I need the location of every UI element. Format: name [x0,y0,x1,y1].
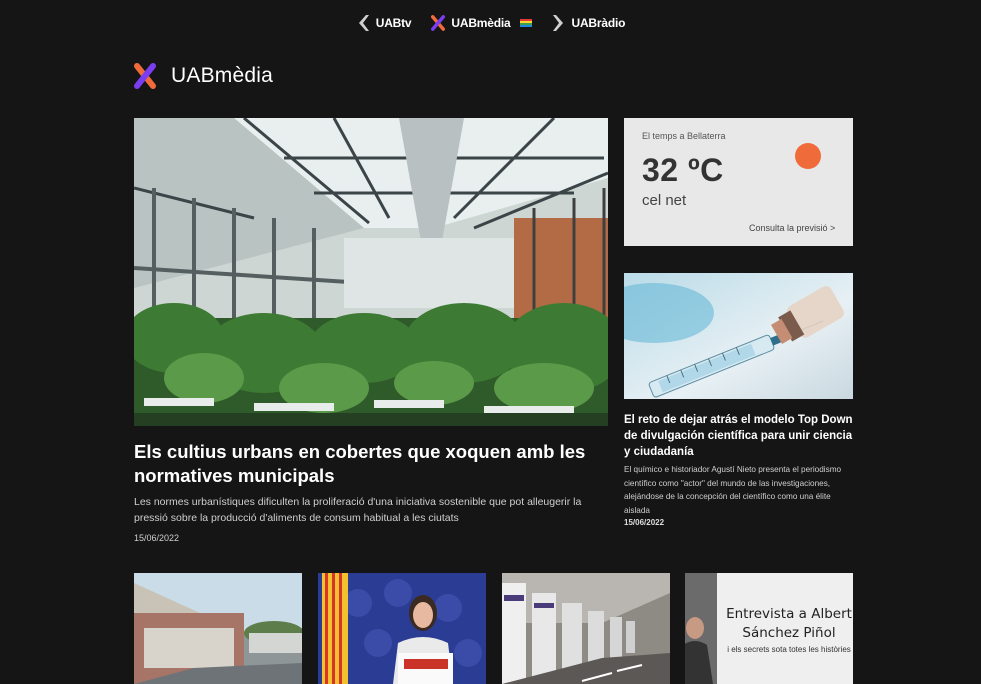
interview-subheadline: i els secrets sota totes les històries [727,645,851,654]
weather-location-label: El temps a Bellaterra [642,131,726,141]
article-thumbnail[interactable] [318,573,486,684]
weather-temperature: 32 ºC [642,152,724,188]
network-label-uabtv: UABtv [375,16,412,30]
side-article-title[interactable]: El reto de dejar atrás el modelo Top Dow… [624,412,853,460]
uabmedia-logo-icon [431,15,446,31]
chevron-left-icon [358,15,369,31]
site-title: UABmèdia [171,64,273,87]
hero-article-title[interactable]: Els cultius urbans en cobertes que xoque… [134,440,608,488]
weather-forecast-link[interactable]: Consulta la previsió > [749,223,835,233]
network-bar: UABtv UABmèdia UABràdio [0,12,981,34]
article-thumbnail[interactable] [502,573,670,684]
hero-image[interactable] [134,118,608,426]
weather-condition: cel net [642,192,687,209]
hero-article-summary: Les normes urbanístiques dificulten la p… [134,496,582,524]
side-article-summary: El químico e historiador Agustí Nieto pr… [624,465,842,515]
network-link-uabradio[interactable]: UABràdio [552,14,626,32]
rainbow-flag-icon [519,19,532,27]
network-label-uabmedia: UABmèdia [451,16,511,30]
interview-thumbnail[interactable]: Entrevista a Albert Sánchez Piñol i els … [685,573,853,684]
uabmedia-logo-icon [134,63,156,89]
chevron-right-icon [552,15,563,31]
network-label-uabradio: UABràdio [571,16,626,30]
interview-headline: Entrevista a Albert Sánchez Piñol [726,606,852,641]
site-brand[interactable]: UABmèdia [133,63,273,89]
hero-article-date: 15/06/2022 [134,533,180,543]
article-thumbnail[interactable] [134,573,302,684]
side-article-image[interactable] [624,273,853,399]
sun-icon [795,143,821,169]
network-link-uabmedia[interactable]: UABmèdia [431,14,532,32]
network-link-uabtv[interactable]: UABtv [356,14,412,32]
side-article-date: 15/06/2022 [624,518,665,527]
weather-widget: El temps a Bellaterra 32 ºC cel net Cons… [624,118,853,246]
